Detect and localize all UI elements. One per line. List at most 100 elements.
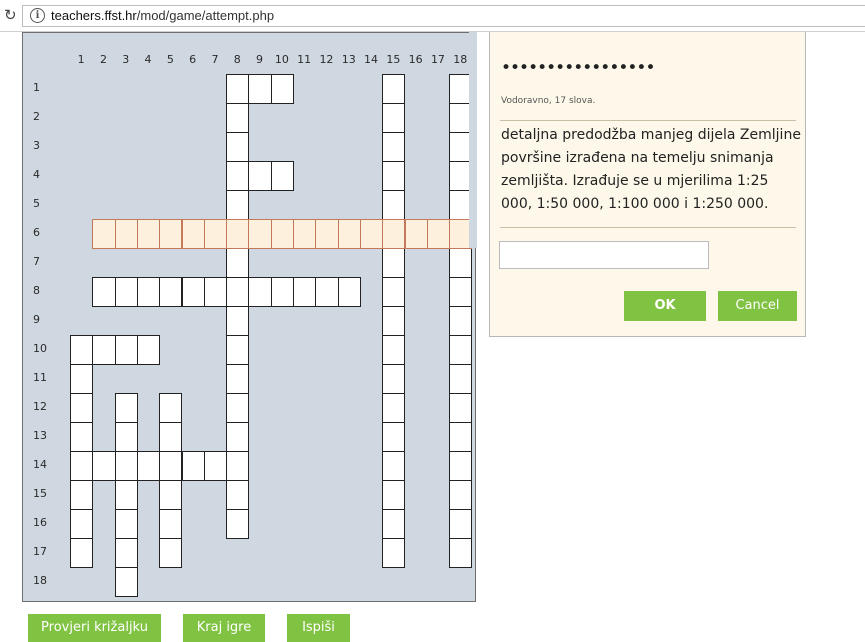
crossword-cell[interactable]	[70, 509, 94, 539]
crossword-cell[interactable]	[382, 248, 406, 278]
crossword-cell[interactable]	[449, 248, 473, 278]
crossword-cell[interactable]	[159, 451, 183, 481]
crossword-cell[interactable]	[382, 480, 406, 510]
crossword-cell[interactable]	[92, 335, 116, 365]
crossword-cell[interactable]	[159, 538, 183, 568]
crossword-cell[interactable]	[449, 509, 473, 539]
crossword-cell[interactable]	[159, 393, 183, 423]
url-text[interactable]: teachers.ffst.hr/mod/game/attempt.php	[51, 8, 274, 23]
cancel-button[interactable]: Cancel	[718, 291, 797, 321]
answer-input[interactable]	[499, 241, 709, 269]
crossword-cell[interactable]	[70, 335, 94, 365]
crossword-cell[interactable]	[449, 335, 473, 365]
crossword-cell[interactable]	[382, 132, 406, 162]
crossword-cell-selected[interactable]	[203, 219, 228, 249]
crossword-cell[interactable]	[226, 480, 250, 510]
crossword-cell[interactable]	[248, 277, 272, 307]
check-crossword-button[interactable]: Provjeri križaljku	[28, 614, 161, 642]
crossword-cell[interactable]	[159, 509, 183, 539]
crossword-cell[interactable]	[449, 364, 473, 394]
reload-icon[interactable]: ↻	[4, 6, 17, 24]
crossword-cell[interactable]	[449, 277, 473, 307]
crossword-cell[interactable]	[226, 509, 250, 539]
crossword-cell-selected[interactable]	[337, 219, 361, 249]
crossword-cell[interactable]	[136, 335, 161, 365]
end-game-button[interactable]: Kraj igre	[183, 614, 265, 642]
crossword-cell[interactable]	[270, 277, 294, 307]
crossword-cell[interactable]	[226, 248, 250, 278]
crossword-cell[interactable]	[159, 480, 183, 510]
crossword-cell[interactable]	[449, 422, 473, 452]
crossword-cell-selected[interactable]	[248, 219, 272, 249]
crossword-cell[interactable]	[270, 74, 294, 104]
crossword-cell[interactable]	[382, 451, 406, 481]
crossword-cell-selected[interactable]	[315, 219, 339, 249]
crossword-cell[interactable]	[449, 306, 473, 336]
crossword-cell[interactable]	[114, 538, 138, 568]
crossword-cell[interactable]	[293, 277, 317, 307]
crossword-cell[interactable]	[159, 422, 183, 452]
crossword-cell[interactable]	[315, 277, 339, 307]
crossword-cell[interactable]	[181, 277, 205, 307]
crossword-cell[interactable]	[226, 190, 250, 220]
crossword-cell[interactable]	[382, 74, 406, 104]
crossword-cell[interactable]	[114, 422, 138, 452]
crossword-cell[interactable]	[248, 74, 272, 104]
crossword-cell[interactable]	[226, 364, 250, 394]
crossword-cell[interactable]	[114, 509, 138, 539]
info-icon[interactable]: i	[30, 8, 45, 23]
crossword-cell-selected[interactable]	[359, 219, 384, 249]
print-button[interactable]: Ispiši	[287, 614, 350, 642]
crossword-cell-selected[interactable]	[382, 219, 406, 249]
crossword-cell[interactable]	[382, 306, 406, 336]
crossword-cell[interactable]	[382, 538, 406, 568]
crossword-cell[interactable]	[226, 132, 250, 162]
crossword-cell[interactable]	[114, 567, 138, 597]
crossword-cell[interactable]	[226, 335, 250, 365]
crossword-cell[interactable]	[203, 277, 228, 307]
crossword-cell-selected[interactable]	[270, 219, 294, 249]
crossword-cell[interactable]	[382, 277, 406, 307]
crossword-cell[interactable]	[270, 161, 294, 191]
crossword-cell[interactable]	[382, 393, 406, 423]
crossword-cell[interactable]	[382, 161, 406, 191]
crossword-cell[interactable]	[70, 422, 94, 452]
crossword-cell-selected[interactable]	[226, 219, 250, 249]
crossword-cell[interactable]	[226, 74, 250, 104]
crossword-cell[interactable]	[114, 335, 138, 365]
url-box[interactable]: i teachers.ffst.hr/mod/game/attempt.php	[22, 5, 865, 27]
crossword-cell[interactable]	[449, 480, 473, 510]
crossword-cell[interactable]	[181, 451, 205, 481]
crossword-cell[interactable]	[449, 538, 473, 568]
crossword-cell[interactable]	[114, 451, 138, 481]
crossword-cell-selected[interactable]	[159, 219, 183, 249]
crossword-cell[interactable]	[114, 277, 138, 307]
crossword-cell[interactable]	[70, 451, 94, 481]
crossword-cell[interactable]	[382, 335, 406, 365]
crossword-cell[interactable]	[226, 161, 250, 191]
crossword-cell[interactable]	[337, 277, 361, 307]
crossword-cell-selected[interactable]	[136, 219, 161, 249]
crossword-cell[interactable]	[226, 451, 250, 481]
crossword-cell[interactable]	[382, 364, 406, 394]
crossword-cell-selected[interactable]	[114, 219, 138, 249]
crossword-cell[interactable]	[226, 103, 250, 133]
crossword-cell-selected[interactable]	[293, 219, 317, 249]
crossword-cell[interactable]	[92, 277, 116, 307]
crossword-cell[interactable]	[226, 393, 250, 423]
crossword-cell-selected[interactable]	[426, 219, 451, 249]
crossword-cell-selected[interactable]	[92, 219, 116, 249]
crossword-cell[interactable]	[382, 509, 406, 539]
crossword-cell[interactable]	[226, 422, 250, 452]
crossword-cell[interactable]	[382, 190, 406, 220]
crossword-cell[interactable]	[248, 161, 272, 191]
crossword-cell[interactable]	[70, 364, 94, 394]
crossword-cell[interactable]	[136, 277, 161, 307]
crossword-cell[interactable]	[114, 480, 138, 510]
crossword-cell[interactable]	[114, 393, 138, 423]
crossword-cell[interactable]	[159, 277, 183, 307]
ok-button[interactable]: OK	[624, 291, 706, 321]
crossword-cell[interactable]	[70, 538, 94, 568]
crossword-cell[interactable]	[449, 393, 473, 423]
crossword-cell[interactable]	[70, 480, 94, 510]
